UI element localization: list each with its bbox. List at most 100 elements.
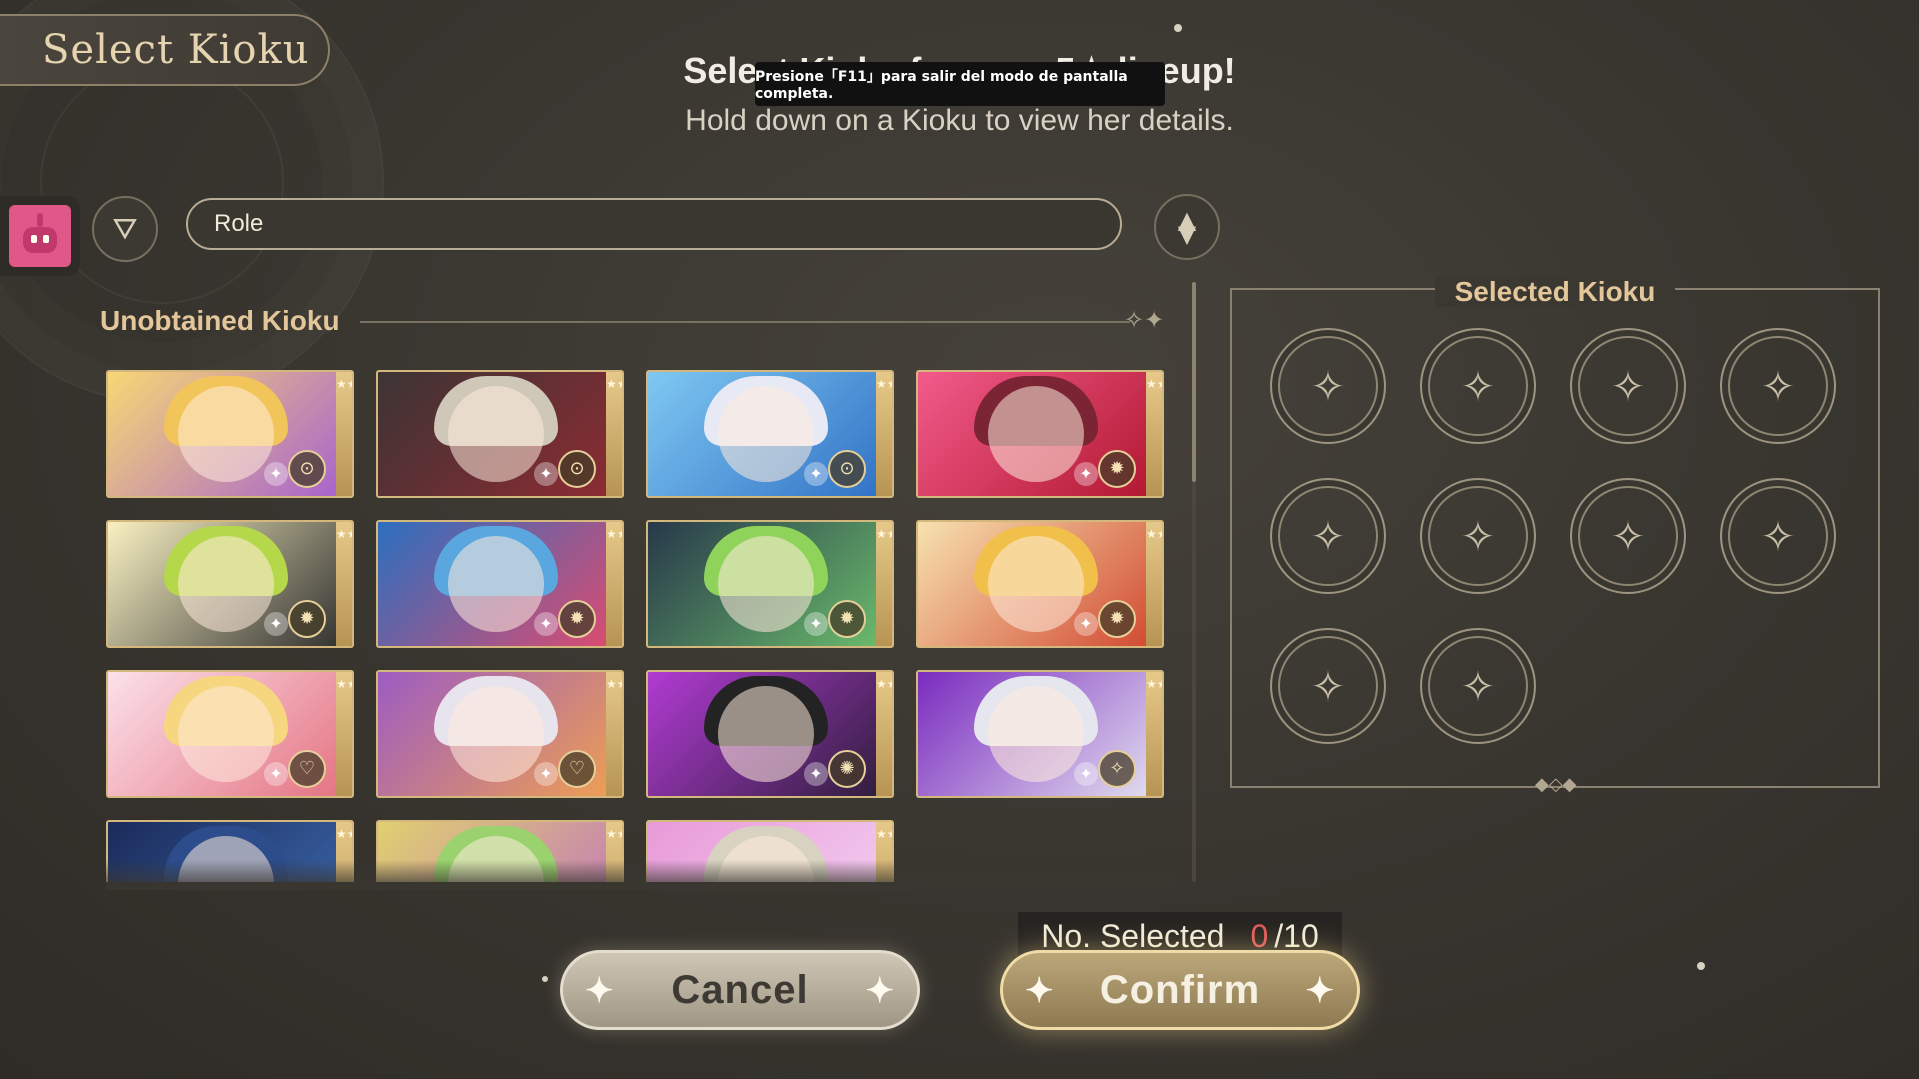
role-icon: ♡ (558, 750, 596, 788)
empty-slot[interactable]: ✧ (1270, 478, 1386, 594)
empty-slot[interactable]: ✧ (1270, 328, 1386, 444)
cancel-button[interactable]: ✦ Cancel ✦ (560, 950, 920, 1030)
counter-label: No. Selected (1041, 917, 1225, 954)
attribute-icon: ✦ (264, 462, 288, 486)
scrollbar-thumb[interactable] (1192, 282, 1196, 482)
empty-slot[interactable]: ✧ (1270, 628, 1386, 744)
rarity-stars-icon: ★★★★★ (606, 522, 622, 646)
kioku-card[interactable]: ★★★★★ ✦✹ (376, 520, 624, 648)
kioku-portrait (988, 386, 1084, 482)
lineup-subheading: Hold down on a Kioku to view her details… (685, 104, 1234, 137)
attribute-icon: ✦ (264, 762, 288, 786)
kioku-card[interactable]: ★★★★★ ✦✹ (916, 370, 1164, 498)
empty-slot[interactable]: ✧ (1720, 328, 1836, 444)
sparkle-icon: ✧ (1610, 511, 1646, 561)
kioku-card[interactable]: ★★★★★ ✦✧ (916, 670, 1164, 798)
empty-slot[interactable]: ✧ (1420, 478, 1536, 594)
selected-label: Selected Kioku (1230, 276, 1880, 308)
empty-slot[interactable]: ✧ (1420, 328, 1536, 444)
confirm-button[interactable]: ✦ Confirm ✦ (1000, 950, 1360, 1030)
sort-order-button[interactable]: ▲ ▼ (1154, 194, 1220, 260)
kioku-portrait (178, 386, 274, 482)
fullscreen-toast: Presione「F11」para salir del modo de pant… (755, 62, 1165, 106)
panel-ornament-icon: ◆◇◆ (1535, 774, 1577, 795)
attribute-icon: ✦ (804, 762, 828, 786)
role-icon: ♡ (288, 750, 326, 788)
sparkle-icon: ✧ (1310, 661, 1346, 711)
background-sparkle (542, 976, 548, 982)
kioku-card[interactable]: ★★★★★ ✦⊙ (106, 370, 354, 498)
rarity-stars-icon: ★★★★★ (876, 372, 892, 496)
cancel-label: Cancel (671, 967, 809, 1012)
kioku-portrait (988, 686, 1084, 782)
role-icon: ⊙ (288, 450, 326, 488)
rarity-stars-icon: ★★★★★ (336, 522, 352, 646)
rarity-stars-icon: ★★★★★ (1146, 672, 1162, 796)
kioku-card[interactable]: ★★★★★ ✦⊙ (376, 370, 624, 498)
kioku-card[interactable]: ★★★★★ ✦✺ (646, 670, 894, 798)
kioku-portrait (448, 386, 544, 482)
section-divider (360, 321, 1130, 323)
rarity-stars-icon: ★★★★★ (1146, 372, 1162, 496)
kioku-card[interactable]: ★★★★★ ✦♡ (376, 670, 624, 798)
rarity-stars-icon: ★★★★★ (606, 672, 622, 796)
kioku-portrait (448, 686, 544, 782)
attribute-icon: ✦ (804, 462, 828, 486)
filter-button[interactable]: ⛛ (92, 196, 158, 262)
kioku-card[interactable]: ★★★★★ ✦⊙ (646, 370, 894, 498)
kioku-card[interactable]: ★★★★★ ✦✹ (106, 520, 354, 648)
attribute-icon: ✦ (804, 612, 828, 636)
empty-slot[interactable]: ✧ (1720, 478, 1836, 594)
sparkle-ornament-icon: ✧✦ (1124, 306, 1165, 334)
attribute-icon: ✦ (534, 462, 558, 486)
grid-scrollbar[interactable] (1192, 282, 1196, 882)
unobtained-label: Unobtained Kioku (100, 305, 340, 336)
attribute-icon: ✦ (534, 612, 558, 636)
kioku-card[interactable]: ★★★★★ ✦✹ (916, 520, 1164, 648)
sparkle-icon: ✧ (1460, 511, 1496, 561)
empty-slot[interactable]: ✧ (1420, 628, 1536, 744)
role-icon: ✹ (558, 600, 596, 638)
confirm-label: Confirm (1099, 967, 1261, 1012)
attribute-icon: ✦ (264, 612, 288, 636)
kioku-portrait (718, 386, 814, 482)
sparkle-icon: ✧ (1760, 361, 1796, 411)
kioku-card[interactable]: ★★★★★ ✦♡ (106, 670, 354, 798)
role-icon: ✹ (1098, 600, 1136, 638)
rarity-stars-icon: ★★★★★ (336, 372, 352, 496)
rarity-stars-icon: ★★★★★ (336, 672, 352, 796)
role-filter-field[interactable]: Role (186, 198, 1122, 250)
attribute-icon: ✦ (1074, 462, 1098, 486)
role-icon: ✹ (1098, 450, 1136, 488)
sparkle-icon: ✧ (1310, 361, 1346, 411)
role-icon: ✺ (828, 750, 866, 788)
role-icon: ✹ (828, 600, 866, 638)
sparkle-icon: ✧ (1610, 361, 1646, 411)
attribute-icon: ✦ (534, 762, 558, 786)
role-icon: ⊙ (828, 450, 866, 488)
role-icon: ✹ (288, 600, 326, 638)
kioku-portrait (718, 686, 814, 782)
role-filter-value: Role (214, 210, 264, 237)
counter-total: /10 (1274, 917, 1319, 954)
kioku-portrait (178, 536, 274, 632)
sparkle-icon: ✦ (1025, 972, 1055, 1010)
sparkle-icon: ✦ (865, 972, 895, 1010)
auto-select-button[interactable] (0, 196, 80, 276)
attribute-icon: ✦ (1074, 612, 1098, 636)
rarity-stars-icon: ★★★★★ (1146, 522, 1162, 646)
empty-slot[interactable]: ✧ (1570, 328, 1686, 444)
rarity-stars-icon: ★★★★★ (876, 522, 892, 646)
rarity-stars-icon: ★★★★★ (876, 672, 892, 796)
attribute-icon: ✦ (1074, 762, 1098, 786)
sparkle-icon: ✧ (1460, 361, 1496, 411)
kioku-portrait (448, 536, 544, 632)
robot-icon (9, 205, 71, 267)
rarity-stars-icon: ★★★★★ (606, 372, 622, 496)
empty-slot[interactable]: ✧ (1570, 478, 1686, 594)
sort-down-icon: ▼ (1177, 220, 1197, 248)
kioku-card[interactable]: ★★★★★ ✦✹ (646, 520, 894, 648)
sparkle-icon: ✧ (1460, 661, 1496, 711)
kioku-grid: ★★★★★✦⊙★★★★★✦⊙★★★★★✦⊙★★★★★✦✹★★★★★✦✹★★★★★… (106, 370, 1176, 882)
kioku-portrait (718, 536, 814, 632)
